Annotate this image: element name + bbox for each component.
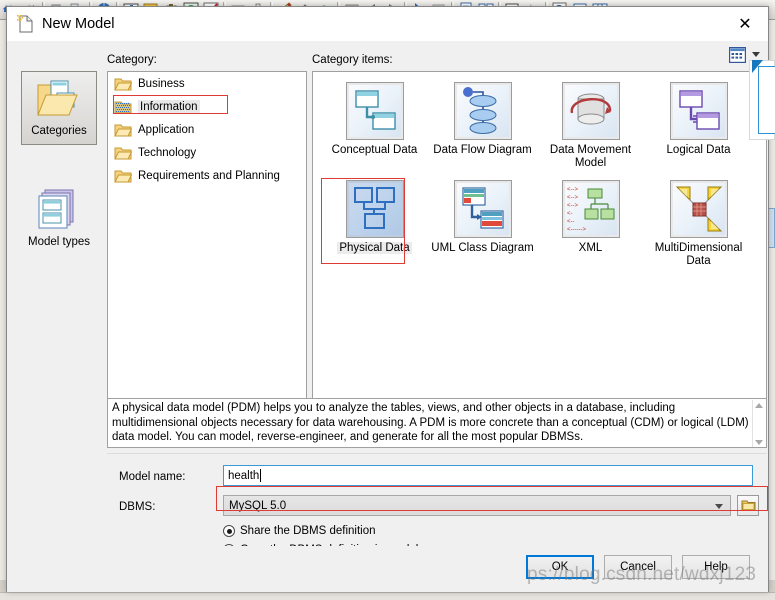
- description-box[interactable]: A physical data model (PDM) helps you to…: [107, 398, 767, 448]
- stacked-pages-icon: [35, 188, 83, 235]
- radio-share-dbms[interactable]: Share the DBMS definition: [223, 525, 376, 537]
- page-title: New Model: [42, 16, 115, 32]
- category-item-xml[interactable]: <--> <--> <--> <- <-- <------> XML: [537, 176, 644, 264]
- category-list-item-label: Application: [138, 123, 195, 136]
- data-movement-model-icon: [561, 82, 620, 140]
- category-items-grid[interactable]: Conceptual Data Data Flow Diagram Data M…: [312, 71, 767, 421]
- category-item-label: XML: [578, 242, 603, 254]
- category-item-logical-data[interactable]: Logical Data: [645, 78, 752, 166]
- background-bottom-strip: [0, 592, 775, 600]
- category-item-label: Logical Data: [666, 144, 731, 156]
- dbms-value: MySQL 5.0: [229, 499, 287, 512]
- scroll-down-arrow-icon[interactable]: [755, 440, 763, 445]
- scroll-up-arrow-icon[interactable]: [755, 403, 763, 408]
- new-model-dialog: New Model ✕ Category: Category items: Ca…: [6, 6, 769, 592]
- dbms-browse-button[interactable]: [737, 495, 759, 516]
- new-model-document-icon: [17, 15, 33, 33]
- folder-pages-icon: [35, 77, 83, 124]
- dialog-footer: OK Cancel Help: [7, 546, 768, 592]
- xml-icon: <--> <--> <--> <- <-- <------>: [561, 180, 620, 238]
- radio-button-indicator[interactable]: [223, 525, 235, 537]
- conceptual-data-icon: [345, 82, 404, 140]
- category-item-uml-class-diagram[interactable]: UML Class Diagram: [429, 176, 536, 264]
- category-item-label: UML Class Diagram: [431, 242, 534, 254]
- svg-text:<-->: <-->: [567, 195, 579, 201]
- ok-button[interactable]: OK: [526, 555, 594, 579]
- svg-text:<------>: <------>: [567, 227, 586, 233]
- data-flow-diagram-icon: [453, 82, 512, 140]
- radio-label: Share the DBMS definition: [240, 525, 376, 537]
- sidebar-item-label: Categories: [31, 125, 87, 137]
- category-list-item-information[interactable]: Information: [108, 95, 306, 118]
- folder-selected-icon: [114, 99, 132, 115]
- help-button[interactable]: Help: [682, 555, 750, 579]
- sidebar-item-categories[interactable]: Categories: [21, 71, 97, 145]
- svg-text:<-->: <-->: [567, 203, 579, 209]
- svg-text:<-: <-: [567, 211, 573, 217]
- svg-text:<-->: <-->: [567, 187, 579, 193]
- dbms-label: DBMS:: [119, 501, 156, 513]
- dbms-select[interactable]: MySQL 5.0: [223, 495, 731, 516]
- category-item-label: Physical Data: [337, 242, 412, 254]
- folder-icon: [114, 76, 133, 92]
- cancel-button[interactable]: Cancel: [604, 555, 672, 579]
- folder-icon: [114, 122, 133, 138]
- category-item-data-movement-model[interactable]: Data Movement Model: [537, 78, 644, 169]
- category-list-item[interactable]: Technology: [108, 141, 306, 164]
- description-scrollbar[interactable]: [752, 400, 765, 447]
- folder-browse-icon: [741, 500, 755, 511]
- svg-text:<--: <--: [567, 219, 575, 225]
- category-list-item-label: Requirements and Planning: [138, 169, 280, 182]
- model-name-input[interactable]: health: [223, 465, 753, 486]
- list-view-icon[interactable]: [728, 46, 747, 64]
- tooltip-popup-frame: [758, 66, 775, 134]
- model-name-value: health: [228, 469, 260, 482]
- physical-data-icon: [345, 180, 404, 238]
- category-item-label: Data Movement Model: [549, 144, 632, 169]
- category-item-conceptual-data[interactable]: Conceptual Data: [321, 78, 428, 166]
- category-label: Category:: [107, 54, 157, 66]
- category-item-data-flow-diagram[interactable]: Data Flow Diagram: [429, 78, 536, 166]
- sidebar-item-model-types[interactable]: Model types: [21, 183, 97, 257]
- category-list-item[interactable]: Application: [108, 118, 306, 141]
- dialog-body: Category: Category items: Categories Mod…: [7, 41, 768, 592]
- dialog-titlebar: New Model ✕: [7, 7, 768, 41]
- category-list-item-label: Business: [138, 77, 185, 90]
- category-item-label: Data Flow Diagram: [433, 144, 532, 156]
- screen: ? A: [0, 0, 775, 600]
- chevron-down-icon[interactable]: [752, 52, 760, 57]
- folder-icon: [114, 168, 133, 184]
- uml-class-diagram-icon: [453, 180, 512, 238]
- text-caret: [260, 469, 262, 482]
- folder-icon: [114, 145, 133, 161]
- category-item-multidimensional-data[interactable]: MultiDimensional Data: [645, 176, 752, 267]
- arrow-cursor-icon: [752, 60, 763, 73]
- category-list-item-label: Technology: [138, 146, 197, 159]
- chevron-down-icon[interactable]: [715, 504, 723, 509]
- logical-data-icon: [669, 82, 728, 140]
- category-item-label: Conceptual Data: [331, 144, 418, 156]
- category-list[interactable]: Business Information Application Technol…: [107, 71, 307, 421]
- category-item-label: MultiDimensional Data: [654, 242, 743, 267]
- category-list-item[interactable]: Business: [108, 72, 306, 95]
- category-list-item-label: Information: [138, 99, 200, 114]
- description-text: A physical data model (PDM) helps you to…: [112, 402, 749, 443]
- category-items-label: Category items:: [312, 54, 393, 66]
- multidimensional-data-icon: [669, 180, 728, 238]
- category-list-item[interactable]: Requirements and Planning: [108, 164, 306, 187]
- sidebar-item-label: Model types: [27, 236, 90, 248]
- model-name-label: Model name:: [119, 471, 186, 483]
- category-item-physical-data[interactable]: Physical Data: [321, 176, 428, 264]
- close-icon[interactable]: ✕: [722, 7, 768, 40]
